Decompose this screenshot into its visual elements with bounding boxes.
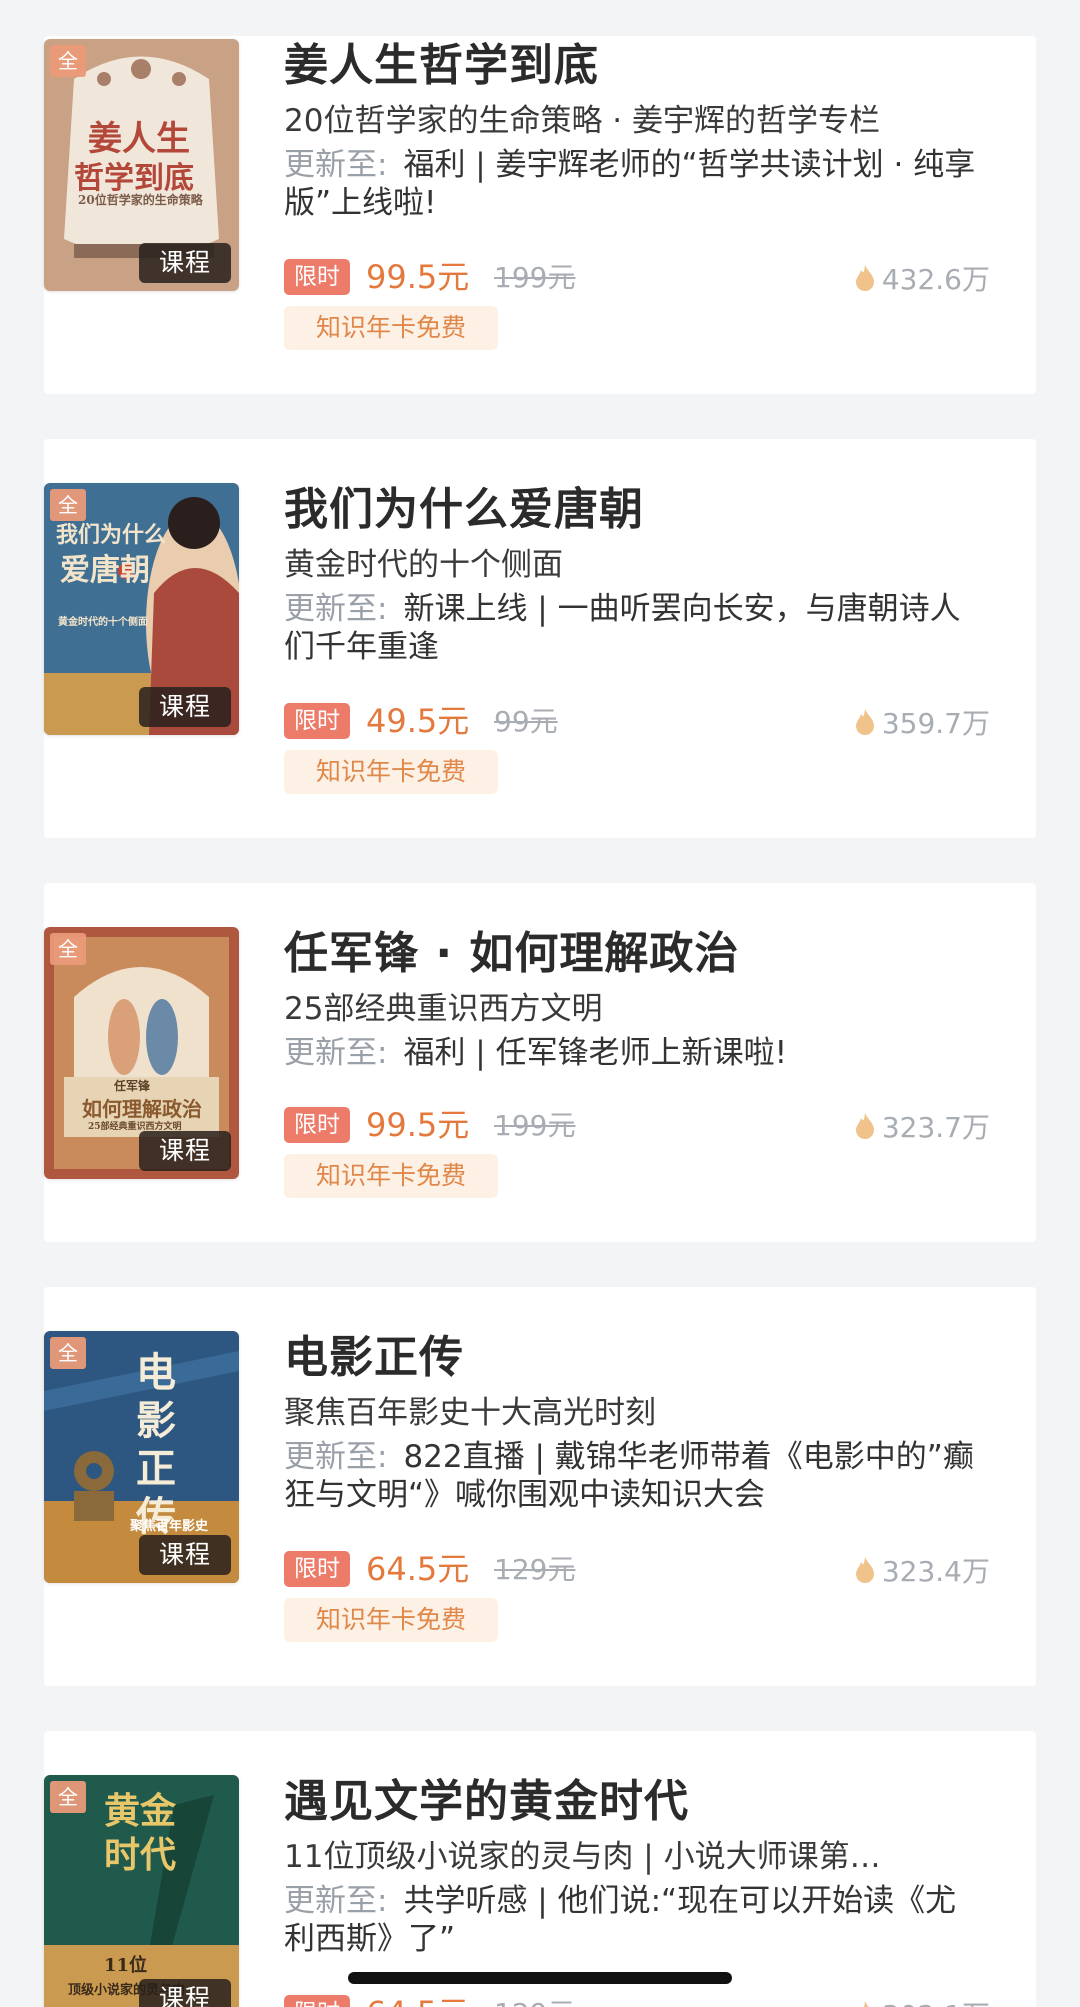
course-update: 更新至: 822直播 | 戴锦华老师带着《电影中的”癫狂与文明“》喊你围观中读知识… — [284, 1438, 984, 1514]
course-title[interactable]: 任军锋 · 如何理解政治 — [284, 926, 984, 982]
update-label: 更新至: — [284, 147, 388, 183]
flame-icon — [860, 2001, 869, 2007]
course-info: 遇见文学的黄金时代 11位顶级小说家的灵与肉 | 小说大师课第… 更新至: 共学听… — [284, 1774, 984, 1958]
course-title[interactable]: 电影正传 — [284, 1330, 984, 1386]
heat-count: 302.1万 — [854, 1993, 990, 2007]
course-cover[interactable]: 黄金时代 11位 顶级小说家的灵与肉 全 课程 — [44, 1775, 239, 2007]
limit-tag: 限时 — [284, 1551, 350, 1587]
update-label: 更新至: — [284, 1035, 388, 1071]
full-badge: 全 — [50, 489, 86, 521]
course-info: 电影正传 聚焦百年影史十大高光时刻 更新至: 822直播 | 戴锦华老师带着《电影… — [284, 1330, 984, 1514]
course-type-badge: 课程 — [139, 687, 231, 727]
year-card-badge: 知识年卡免费 — [284, 1154, 498, 1198]
course-subtitle: 11位顶级小说家的灵与肉 | 小说大师课第… — [284, 1839, 881, 1875]
price-row: 限时 64.5元 129元 302.1万 — [284, 1993, 990, 2007]
price-row: 限时 99.5元 199元 323.7万 — [284, 1105, 990, 1145]
sale-price: 99.5元 — [366, 1106, 470, 1144]
heat-count: 323.7万 — [854, 1105, 990, 1147]
full-badge: 全 — [50, 1337, 86, 1369]
heat-count: 432.6万 — [854, 257, 990, 299]
cover-title-small: 黄金时代的十个侧面 — [58, 617, 148, 628]
update-text: 福利 | 姜宇辉老师的“哲学共读计划 · 纯享版”上线啦! — [284, 147, 976, 221]
full-badge: 全 — [50, 1781, 86, 1813]
flame-icon — [855, 1113, 874, 1139]
limit-tag: 限时 — [284, 703, 350, 739]
course-subtitle: 黄金时代的十个侧面 — [284, 547, 563, 583]
original-price: 129元 — [494, 1993, 575, 2007]
sale-price: 64.5元 — [366, 1550, 470, 1588]
limit-tag: 限时 — [284, 259, 350, 295]
update-label: 更新至: — [284, 1883, 388, 1919]
flame-icon — [855, 1557, 874, 1583]
cover-title-main: 黄金时代 — [104, 1790, 177, 1876]
original-price: 199元 — [494, 261, 576, 294]
year-card-badge: 知识年卡免费 — [284, 306, 498, 350]
original-price: 129元 — [494, 1553, 576, 1586]
heat-count: 323.4万 — [854, 1549, 990, 1591]
cover-title-sub: 任军锋 — [114, 1079, 151, 1093]
heat-count: 359.7万 — [854, 701, 990, 743]
limit-tag: 限时 — [284, 1107, 350, 1143]
price-row: 限时 99.5元 199元 432.6万 — [284, 257, 990, 297]
course-title[interactable]: 姜人生哲学到底 — [284, 38, 984, 94]
course-type-badge: 课程 — [139, 243, 231, 283]
year-card-badge: 知识年卡免费 — [284, 1598, 498, 1642]
cover-title-sub: 爱唐朝 — [60, 553, 150, 588]
cover-title-small: 聚焦百年影史 — [130, 1519, 209, 1534]
update-label: 更新至: — [284, 1439, 388, 1475]
course-info: 姜人生哲学到底 20位哲学家的生命策略 · 姜宇辉的哲学专栏 更新至: 福利 | … — [284, 38, 984, 222]
heat-value: 359.7万 — [881, 707, 990, 740]
sale-price: 64.5元 — [366, 1991, 469, 2007]
course-title[interactable]: 我们为什么爱唐朝 — [284, 482, 984, 538]
update-label: 更新至: — [284, 591, 388, 627]
course-type-badge: 课程 — [139, 1535, 231, 1575]
heat-value: 432.6万 — [881, 263, 990, 296]
course-cover[interactable]: 任军锋 如何理解政治 25部经典重识西方文明 全 课程 — [44, 927, 239, 1179]
price-row: 限时 49.5元 99元 359.7万 — [284, 701, 990, 741]
price-row: 限时 64.5元 129元 323.4万 — [284, 1549, 990, 1589]
original-price: 99元 — [494, 705, 558, 738]
course-update: 更新至: 共学听感 | 他们说:“现在可以开始读《尤利西斯》了” — [284, 1882, 984, 1958]
year-card-badge: 知识年卡免费 — [284, 750, 498, 794]
course-cover[interactable]: 电影正传 聚焦百年影史 全 课程 — [44, 1331, 239, 1583]
heat-value: 323.4万 — [881, 1555, 990, 1588]
sale-price: 99.5元 — [366, 258, 470, 296]
course-info: 我们为什么爱唐朝 黄金时代的十个侧面 更新至: 新课上线 | 一曲听罢向长安，与唐… — [284, 482, 984, 666]
cover-title-main: 如何理解政治 — [82, 1097, 202, 1121]
original-price: 199元 — [494, 1109, 576, 1142]
course-update: 更新至: 福利 | 任军锋老师上新课啦! — [284, 1034, 984, 1072]
full-badge: 全 — [50, 933, 86, 965]
full-badge: 全 — [50, 45, 86, 77]
course-cover[interactable]: 姜人生 哲学到底 20位哲学家的生命策略 全 课程 — [44, 39, 239, 291]
course-title[interactable]: 遇见文学的黄金时代 — [284, 1774, 984, 1830]
course-update: 更新至: 福利 | 姜宇辉老师的“哲学共读计划 · 纯享版”上线啦! — [284, 146, 984, 222]
cover-title-small: 20位哲学家的生命策略 — [78, 193, 203, 207]
course-update: 更新至: 新课上线 | 一曲听罢向长安，与唐朝诗人们千年重逢 — [284, 590, 984, 666]
update-text: 福利 | 任军锋老师上新课啦! — [403, 1035, 788, 1071]
sale-price: 49.5元 — [366, 702, 470, 740]
heat-value: 302.1万 — [882, 1994, 990, 2007]
course-type-badge: 课程 — [139, 1979, 231, 2007]
course-info: 任军锋 · 如何理解政治 25部经典重识西方文明 更新至: 福利 | 任军锋老师上… — [284, 926, 984, 1072]
home-indicator[interactable] — [348, 1972, 732, 1984]
course-type-badge: 课程 — [139, 1131, 231, 1171]
cover-title-main: 电影正传 — [136, 1349, 176, 1540]
flame-icon — [855, 265, 874, 291]
flame-icon — [855, 709, 874, 735]
limit-tag: 限时 — [284, 1995, 350, 2007]
cover-title-sub: 11位 — [104, 1955, 148, 1976]
course-subtitle: 25部经典重识西方文明 — [284, 991, 603, 1027]
heat-value: 323.7万 — [881, 1111, 990, 1144]
course-cover[interactable]: 我们为什么 爱唐朝 黄金时代的十个侧面 全 课程 — [44, 483, 239, 735]
course-subtitle: 20位哲学家的生命策略 · 姜宇辉的哲学专栏 — [284, 103, 881, 139]
course-subtitle: 聚焦百年影史十大高光时刻 — [284, 1395, 656, 1431]
update-text: 822直播 | 戴锦华老师带着《电影中的”癫狂与文明“》喊你围观中读知识大会 — [284, 1439, 974, 1513]
